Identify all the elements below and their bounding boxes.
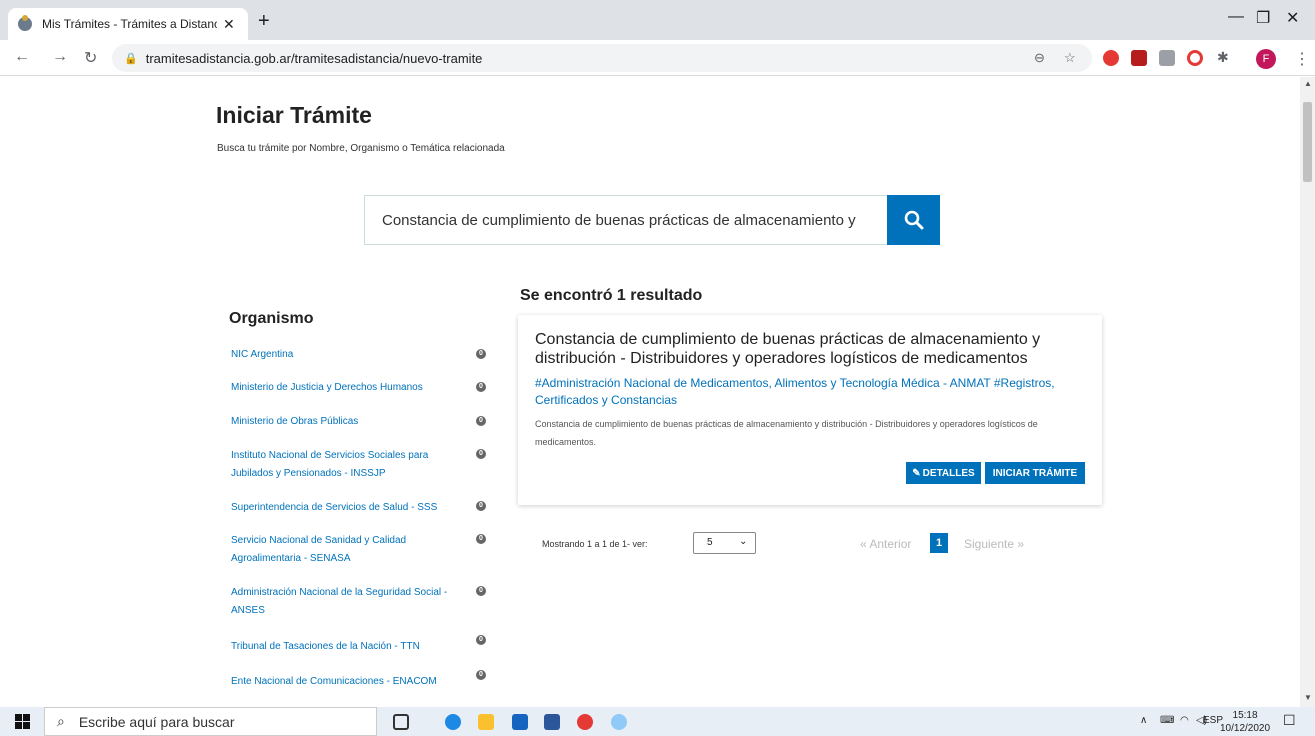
tray-chevron-icon[interactable]: ∧ bbox=[1140, 715, 1147, 726]
wifi-icon[interactable]: ◠ bbox=[1180, 715, 1189, 726]
back-icon[interactable]: ← bbox=[14, 48, 30, 66]
address-bar[interactable]: 🔒 tramitesadistancia.gob.ar/tramitesadis… bbox=[112, 44, 1092, 72]
zoom-icon[interactable]: ⊖ bbox=[1034, 50, 1045, 66]
opera-extension-icon[interactable] bbox=[1103, 50, 1119, 66]
pdf-extension-icon[interactable] bbox=[1131, 50, 1147, 66]
word-icon[interactable] bbox=[544, 714, 560, 730]
search-icon: ⌕ bbox=[57, 713, 65, 729]
notifications-icon[interactable]: ☐ bbox=[1283, 712, 1296, 729]
keyboard-icon[interactable]: ⌨ bbox=[1160, 715, 1174, 726]
record-extension-icon[interactable] bbox=[1187, 50, 1203, 66]
paint-icon[interactable] bbox=[611, 714, 627, 730]
scroll-down-icon[interactable]: ▼ bbox=[1304, 693, 1312, 702]
pencil-icon: ✎ bbox=[912, 467, 921, 479]
page-title: Iniciar Trámite bbox=[216, 102, 372, 128]
page-viewport: Iniciar Trámite Busca tu trámite por Nom… bbox=[0, 77, 1300, 707]
pagination-summary: Mostrando 1 a 1 de 1- ver: bbox=[542, 539, 648, 549]
search-icon bbox=[904, 210, 923, 230]
cast-extension-icon[interactable] bbox=[1159, 50, 1175, 66]
results-count-title: Se encontró 1 resultado bbox=[520, 287, 703, 304]
file-explorer-icon[interactable] bbox=[478, 714, 494, 730]
result-tags[interactable]: #Administración Nacional de Medicamentos… bbox=[535, 375, 1095, 409]
browser-tab-bar: Mis Trámites - Trámites a Distanc ✕ + — … bbox=[0, 0, 1315, 40]
edge-icon[interactable] bbox=[445, 714, 461, 730]
windows-taskbar: ⌕ Escribe aquí para buscar ∧ ⌨ ◠ ◁) ESP … bbox=[0, 707, 1315, 736]
per-page-select[interactable]: 5 ⌄ bbox=[693, 532, 756, 554]
page-scrollbar[interactable]: ▲ ▼ bbox=[1300, 77, 1315, 707]
scroll-up-icon[interactable]: ▲ bbox=[1304, 79, 1312, 88]
start-procedure-button[interactable]: INICIAR TRÁMITE bbox=[985, 462, 1085, 484]
organismo-count-badge: 0 bbox=[476, 635, 486, 645]
organismo-count-badge: 0 bbox=[476, 449, 486, 459]
search-input[interactable]: Constancia de cumplimiento de buenas prá… bbox=[364, 195, 888, 245]
minimize-icon[interactable]: — bbox=[1228, 8, 1244, 26]
per-page-value: 5 bbox=[707, 537, 713, 548]
chrome-icon[interactable] bbox=[577, 714, 593, 730]
result-card: Constancia de cumplimiento de buenas prá… bbox=[518, 315, 1102, 505]
tab-close-icon[interactable]: ✕ bbox=[223, 16, 235, 33]
pagination-prev[interactable]: « Anterior bbox=[860, 537, 911, 551]
new-tab-icon[interactable]: + bbox=[258, 10, 270, 33]
url-text: tramitesadistancia.gob.ar/tramitesadista… bbox=[145, 50, 483, 66]
organismo-item[interactable]: Superintendencia de Servicios de Salud -… bbox=[231, 499, 471, 517]
details-button-label: DETALLES bbox=[922, 467, 975, 479]
reload-icon[interactable]: ↻ bbox=[84, 48, 97, 68]
site-favicon-icon bbox=[18, 15, 32, 31]
organismo-item[interactable]: Servicio Nacional de Sanidad y Calidad A… bbox=[231, 532, 471, 568]
pagination-current-page[interactable]: 1 bbox=[930, 533, 948, 553]
taskbar-clock[interactable]: 15:18 10/12/2020 bbox=[1220, 709, 1270, 735]
organismo-count-badge: 0 bbox=[476, 416, 486, 426]
restore-icon[interactable]: ❐ bbox=[1256, 8, 1270, 28]
tab-title: Mis Trámites - Trámites a Distanc bbox=[42, 17, 217, 31]
taskbar-search-box[interactable]: ⌕ Escribe aquí para buscar bbox=[44, 707, 377, 736]
browser-toolbar: ← → ↻ 🔒 tramitesadistancia.gob.ar/tramit… bbox=[0, 40, 1315, 76]
organismo-item[interactable]: Instituto Nacional de Servicios Sociales… bbox=[231, 447, 471, 483]
organismo-item[interactable]: Ente Nacional de Comunicaciones - ENACOM bbox=[231, 673, 471, 691]
profile-avatar[interactable]: F bbox=[1256, 49, 1276, 69]
organismo-filter-title: Organismo bbox=[229, 310, 314, 327]
windows-start-icon[interactable] bbox=[15, 714, 30, 729]
organismo-item[interactable]: Ministerio de Justicia y Derechos Humano… bbox=[231, 379, 471, 397]
scrollbar-thumb[interactable] bbox=[1303, 102, 1312, 182]
chevron-down-icon: ⌄ bbox=[739, 536, 748, 547]
window-close-icon[interactable]: ✕ bbox=[1286, 8, 1299, 28]
forward-icon[interactable]: → bbox=[52, 48, 68, 66]
bookmark-star-icon[interactable]: ☆ bbox=[1064, 50, 1076, 66]
organismo-count-badge: 0 bbox=[476, 586, 486, 596]
search-button[interactable] bbox=[887, 195, 940, 245]
clock-time: 15:18 bbox=[1232, 710, 1258, 721]
pagination-next[interactable]: Siguiente » bbox=[964, 537, 1024, 551]
result-title[interactable]: Constancia de cumplimiento de buenas prá… bbox=[535, 330, 1075, 368]
organismo-item[interactable]: Ministerio de Obras Públicas bbox=[231, 413, 471, 431]
organismo-item[interactable]: NIC Argentina bbox=[231, 346, 471, 364]
organismo-count-badge: 0 bbox=[476, 382, 486, 392]
extensions-puzzle-icon[interactable]: ✱ bbox=[1217, 49, 1229, 66]
browser-menu-icon[interactable]: ⋮ bbox=[1294, 49, 1310, 69]
result-description: Constancia de cumplimiento de buenas prá… bbox=[535, 419, 1038, 447]
clock-date: 10/12/2020 bbox=[1220, 723, 1271, 734]
organismo-count-badge: 0 bbox=[476, 534, 486, 544]
browser-tab[interactable]: Mis Trámites - Trámites a Distanc ✕ bbox=[8, 8, 248, 40]
organismo-count-badge: 0 bbox=[476, 670, 486, 680]
lock-icon: 🔒 bbox=[124, 52, 138, 65]
task-view-icon[interactable] bbox=[393, 714, 409, 730]
taskbar-search-placeholder: Escribe aquí para buscar bbox=[78, 713, 235, 730]
organismo-item[interactable]: Tribunal de Tasaciones de la Nación - TT… bbox=[231, 638, 471, 656]
details-button[interactable]: ✎ DETALLES bbox=[906, 462, 981, 484]
page-subtitle: Busca tu trámite por Nombre, Organismo o… bbox=[217, 143, 505, 154]
organismo-count-badge: 0 bbox=[476, 349, 486, 359]
organismo-item[interactable]: Administración Nacional de la Seguridad … bbox=[231, 584, 471, 620]
organismo-count-badge: 0 bbox=[476, 501, 486, 511]
mail-icon[interactable] bbox=[512, 714, 528, 730]
